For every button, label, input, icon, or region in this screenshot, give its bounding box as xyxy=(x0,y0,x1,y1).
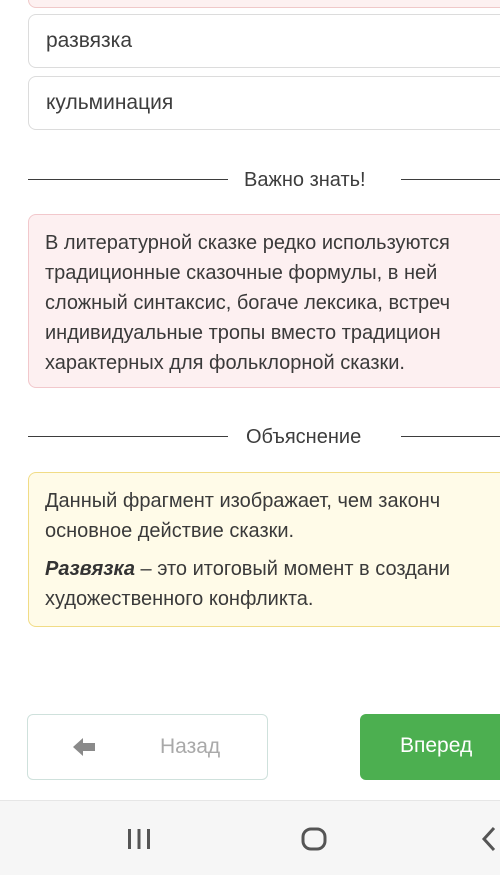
arrow-left-icon xyxy=(73,738,95,756)
explanation-text-line: Данный фрагмент изображает, чем законч о… xyxy=(45,486,500,546)
back-icon[interactable] xyxy=(480,825,496,853)
answer-option-label: развязка xyxy=(46,29,132,52)
divider-line-left xyxy=(28,436,228,437)
answer-option-razvyazka[interactable]: развязка xyxy=(28,14,500,68)
explanation-divider: Объяснение xyxy=(0,422,500,452)
home-icon[interactable] xyxy=(300,825,328,853)
divider-line-right xyxy=(401,179,500,180)
system-navigation-bar xyxy=(0,800,500,875)
important-text-line: В литературной сказке редко используются xyxy=(45,232,450,254)
answer-option-previous[interactable] xyxy=(28,0,500,8)
back-button-label: Назад xyxy=(160,735,221,758)
explanation-box: Данный фрагмент изображает, чем законч о… xyxy=(28,472,500,627)
explanation-line-4: художественного конфликта. xyxy=(45,588,314,610)
recent-apps-icon[interactable] xyxy=(126,825,152,853)
explanation-line-2: основное действие сказки. xyxy=(45,520,295,542)
next-button-label: Вперед xyxy=(400,734,473,757)
divider-line-left xyxy=(28,179,228,180)
important-box: В литературной сказке редко используются… xyxy=(28,214,500,388)
explanation-heading: Объяснение xyxy=(246,426,362,448)
important-text-line: характерных для фольклорной сказки. xyxy=(45,352,405,374)
answer-option-label: кульминация xyxy=(46,91,174,114)
important-text-line: традиционные сказочные формулы, в ней xyxy=(45,262,438,284)
divider-line-right xyxy=(401,436,500,437)
explanation-term-rest: – это итоговый момент в создани xyxy=(134,558,451,580)
important-heading: Важно знать! xyxy=(244,169,366,191)
next-button[interactable]: Вперед xyxy=(360,714,500,780)
answer-option-kulminatsiya[interactable]: кульминация xyxy=(28,76,500,130)
lesson-content: развязка кульминация Важно знать! В лите… xyxy=(0,0,500,800)
back-button[interactable]: Назад xyxy=(27,714,268,780)
explanation-text-line: Развязка – это итоговый момент в создани… xyxy=(45,554,500,614)
explanation-term: Развязка xyxy=(45,558,135,580)
important-divider: Важно знать! xyxy=(0,165,500,195)
important-text-line: сложный синтаксис, богаче лексика, встре… xyxy=(45,292,450,314)
important-text-line: индивидуальные тропы вместо традицион xyxy=(45,322,441,344)
explanation-line-1: Данный фрагмент изображает, чем законч xyxy=(45,490,441,512)
